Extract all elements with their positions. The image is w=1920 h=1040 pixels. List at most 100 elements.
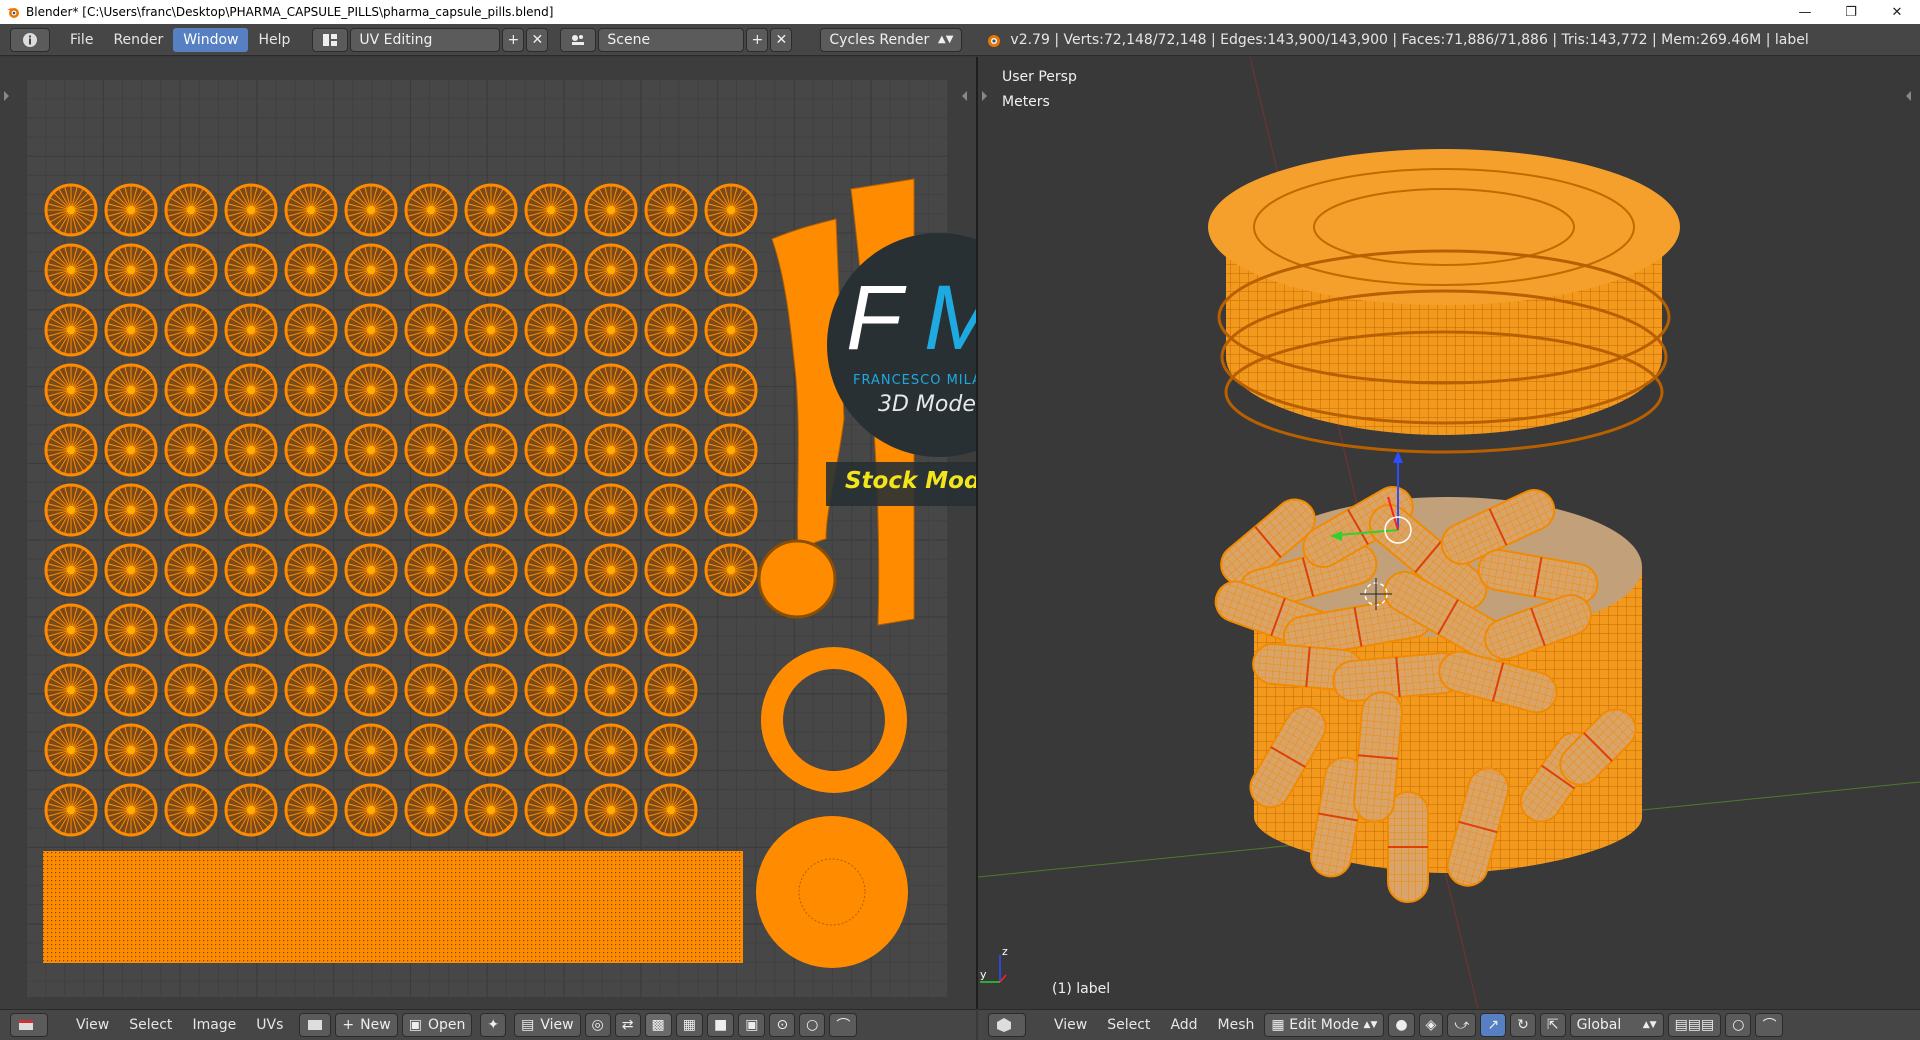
uv-cap-island[interactable]	[404, 663, 458, 717]
uv-menu-select[interactable]: Select	[119, 1017, 182, 1033]
uv-cap-island[interactable]	[344, 543, 398, 597]
scale-manipulator-button[interactable]: ⇱	[1539, 1013, 1566, 1037]
uv-cap-island[interactable]	[44, 183, 98, 237]
shading-dropdown[interactable]: ●	[1388, 1013, 1415, 1037]
uv-cap-island[interactable]	[344, 723, 398, 777]
uv-cap-island[interactable]	[464, 483, 518, 537]
render-engine-dropdown[interactable]: Cycles Render ▲▼	[820, 27, 963, 52]
uv-cap-island[interactable]	[584, 243, 638, 297]
jar-lid[interactable]	[1208, 149, 1680, 454]
pivot-dropdown[interactable]: ◎	[584, 1013, 611, 1037]
uv-cap-island[interactable]	[224, 483, 278, 537]
uv-cap-island[interactable]	[644, 363, 698, 417]
uv-cap-island[interactable]	[284, 303, 338, 357]
viewport-scene[interactable]: z y	[978, 57, 1920, 1009]
uv-cap-island[interactable]	[584, 603, 638, 657]
uv-cap-island[interactable]	[224, 663, 278, 717]
uv-cap-island[interactable]	[284, 363, 338, 417]
uv-cap-island[interactable]	[464, 303, 518, 357]
uv-cap-island[interactable]	[344, 303, 398, 357]
uv-cap-island[interactable]	[404, 423, 458, 477]
face-select-button[interactable]: ■	[706, 1013, 735, 1037]
vertex-select-button[interactable]: ▩	[644, 1013, 672, 1037]
uv-cap-island[interactable]	[344, 603, 398, 657]
uv-lid-disc-island[interactable]	[756, 816, 908, 968]
snap-3d-button[interactable]: ⌒	[1755, 1013, 1784, 1037]
uv-cap-island[interactable]	[404, 483, 458, 537]
menu-help[interactable]: Help	[248, 28, 300, 52]
uv-cap-island[interactable]	[164, 483, 218, 537]
uv-cap-island[interactable]	[224, 603, 278, 657]
uv-ring-island[interactable]	[761, 647, 907, 793]
view3d-menu-select[interactable]: Select	[1097, 1017, 1160, 1033]
uv-cap-island[interactable]	[344, 483, 398, 537]
new-image-button[interactable]: + New	[335, 1013, 398, 1037]
uv-cap-island[interactable]	[104, 423, 158, 477]
uv-cap-island[interactable]	[284, 663, 338, 717]
uv-cap-island[interactable]	[524, 663, 578, 717]
pin-button[interactable]: ✦	[480, 1013, 507, 1037]
uv-cap-island[interactable]	[104, 783, 158, 837]
uv-cap-island[interactable]	[464, 363, 518, 417]
uv-cap-island[interactable]	[164, 783, 218, 837]
uv-cap-island[interactable]	[704, 243, 758, 297]
uv-cap-island[interactable]	[104, 363, 158, 417]
uv-menu-uvs[interactable]: UVs	[246, 1017, 293, 1033]
uv-cap-island[interactable]	[284, 723, 338, 777]
remove-layout-button[interactable]: ✕	[526, 27, 549, 52]
scene-browse-button[interactable]	[560, 27, 597, 52]
uv-cap-island[interactable]	[704, 363, 758, 417]
translate-manipulator-button[interactable]: ↗	[1480, 1013, 1507, 1037]
uv-cap-island[interactable]	[104, 543, 158, 597]
menu-file[interactable]: File	[60, 28, 103, 52]
proportional-edit-3d-dropdown[interactable]: ○	[1725, 1013, 1752, 1037]
uv-cap-island[interactable]	[164, 243, 218, 297]
rotate-manipulator-button[interactable]: ↻	[1510, 1013, 1536, 1037]
uv-cap-island[interactable]	[284, 543, 338, 597]
uv-cap-island[interactable]	[524, 363, 578, 417]
uv-cylinder-strip-island[interactable]	[43, 851, 743, 963]
uv-cap-island[interactable]	[644, 483, 698, 537]
uv-cap-island[interactable]	[284, 603, 338, 657]
view3d-menu-view[interactable]: View	[1044, 1017, 1097, 1033]
uv-cap-island[interactable]	[584, 363, 638, 417]
uv-cap-island[interactable]	[44, 363, 98, 417]
proportional-edit-dropdown[interactable]: ○	[799, 1013, 826, 1037]
uv-cap-island[interactable]	[284, 423, 338, 477]
uv-pill-cap-islands[interactable]	[44, 183, 758, 837]
uv-cap-island[interactable]	[164, 663, 218, 717]
editor-type-image-button[interactable]	[10, 1013, 48, 1037]
uv-cap-island[interactable]	[704, 543, 758, 597]
uv-cap-island[interactable]	[104, 183, 158, 237]
uv-cap-island[interactable]	[524, 183, 578, 237]
editor-type-3d-button[interactable]	[988, 1013, 1026, 1037]
pivot-point-dropdown[interactable]: ◈	[1418, 1013, 1444, 1037]
uv-cap-island[interactable]	[164, 543, 218, 597]
uv-cap-island[interactable]	[344, 183, 398, 237]
uv-cap-island[interactable]	[524, 303, 578, 357]
uv-cap-island[interactable]	[464, 603, 518, 657]
uv-cap-island[interactable]	[224, 543, 278, 597]
editor-type-info-button[interactable]	[10, 27, 50, 52]
uv-cap-island[interactable]	[224, 243, 278, 297]
uv-islands[interactable]	[26, 79, 948, 997]
uv-cap-island[interactable]	[584, 723, 638, 777]
uv-cap-island[interactable]	[284, 483, 338, 537]
uv-cap-island[interactable]	[44, 603, 98, 657]
uv-cap-island[interactable]	[344, 243, 398, 297]
uv-cap-island[interactable]	[164, 303, 218, 357]
uv-cap-island[interactable]	[404, 783, 458, 837]
uv-cap-island[interactable]	[704, 423, 758, 477]
uv-cap-island[interactable]	[224, 363, 278, 417]
uv-cap-island[interactable]	[104, 663, 158, 717]
uv-bottom-disc-island[interactable]	[757, 539, 837, 619]
uv-cap-island[interactable]	[584, 183, 638, 237]
uv-cap-island[interactable]	[464, 423, 518, 477]
uv-cap-island[interactable]	[644, 303, 698, 357]
uv-cap-island[interactable]	[404, 183, 458, 237]
uv-menu-image[interactable]: Image	[182, 1017, 246, 1033]
uv-cap-island[interactable]	[464, 243, 518, 297]
remove-scene-button[interactable]: ✕	[770, 27, 793, 52]
snap-button[interactable]: ⌒	[829, 1013, 858, 1037]
uv-cap-island[interactable]	[344, 783, 398, 837]
